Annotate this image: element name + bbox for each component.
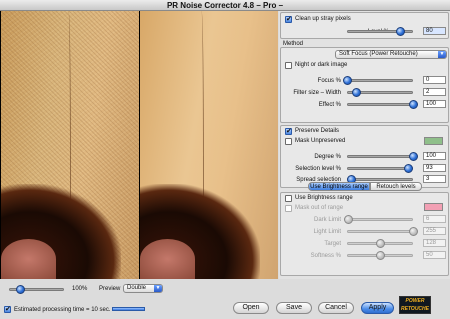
effect-label: Effect %	[318, 102, 341, 108]
degree-slider-knob[interactable]	[409, 152, 418, 161]
softness-value-field[interactable]: 50	[423, 251, 446, 259]
range-mask-color-swatch[interactable]	[424, 203, 443, 211]
tongue-region	[1, 239, 56, 279]
preserve-details-checkbox[interactable]	[285, 127, 292, 135]
selection-value-field[interactable]: 93	[423, 164, 446, 172]
estimate-checkbox[interactable]	[4, 305, 11, 313]
power-retouche-logo: POWER RETOUCHE	[399, 296, 431, 314]
mask-out-of-range-checkbox[interactable]	[285, 205, 292, 212]
level-slider-knob[interactable]	[395, 27, 405, 36]
method-group: Soft Focus (Power Retouche) ▼ Night or d…	[280, 47, 449, 123]
chevron-down-icon: ▼	[154, 285, 162, 292]
night-label: Night or dark image	[295, 62, 348, 68]
zoom-slider-knob[interactable]	[16, 285, 25, 294]
selection-slider[interactable]	[347, 167, 413, 170]
estimate-label: Estimated processing time = 10 sec.	[14, 307, 111, 313]
degree-label: Degree %	[314, 154, 341, 160]
dark-limit-slider[interactable]	[347, 218, 413, 221]
tongue-region	[140, 239, 195, 279]
open-button[interactable]: Open	[233, 302, 269, 314]
focus-value-field[interactable]: 0	[423, 76, 446, 84]
target-value-field[interactable]: 128	[423, 239, 446, 247]
light-limit-slider-knob[interactable]	[409, 227, 418, 236]
light-limit-value-field[interactable]: 255	[423, 227, 446, 235]
logo-line2: RETOUCHE	[401, 306, 429, 312]
tab-retouch-levels[interactable]: Retouch levels	[370, 182, 422, 191]
filter-value-field[interactable]: 2	[423, 88, 446, 96]
preview-original	[1, 11, 139, 279]
filter-slider-knob[interactable]	[351, 88, 361, 97]
effect-value-field[interactable]: 100	[423, 100, 446, 108]
degree-value-field[interactable]: 100	[423, 152, 446, 160]
tab-brightness-range[interactable]: Use Brightness range	[308, 182, 370, 191]
cancel-button[interactable]: Cancel	[318, 302, 354, 314]
preview-mode-select[interactable]: Double ▼	[123, 284, 163, 293]
softness-label: Softness %	[310, 253, 341, 259]
window-title: PR Noise Corrector 4.8 – Pro –	[0, 0, 450, 11]
image-preview[interactable]	[0, 11, 278, 279]
light-limit-label: Light Limit	[313, 229, 341, 235]
estimate-progress-bar	[112, 307, 145, 311]
preserve-details-group: Preserve Details Mask Unpreserved Degree…	[280, 125, 449, 188]
filter-label: Filter size – Width	[293, 90, 341, 96]
selection-slider-knob[interactable]	[404, 164, 414, 173]
mask-unpreserved-checkbox[interactable]	[285, 138, 292, 145]
selection-label: Selection level %	[295, 166, 341, 172]
use-brightness-checkbox[interactable]	[285, 195, 292, 202]
effect-slider[interactable]	[347, 103, 413, 106]
brightness-group: Use Brightness range Mask out of range D…	[280, 192, 449, 276]
softness-slider-knob[interactable]	[376, 251, 385, 260]
apply-button[interactable]: Apply	[361, 302, 394, 314]
level-value-field[interactable]: 80	[423, 27, 446, 35]
zoom-level: 100%	[72, 286, 88, 292]
spread-value-field[interactable]: 3	[423, 175, 446, 183]
method-select-value: Soft Focus (Power Retouche)	[339, 51, 418, 57]
light-limit-slider[interactable]	[347, 230, 413, 233]
target-label: Target	[324, 241, 341, 247]
save-button[interactable]: Save	[276, 302, 312, 314]
effect-slider-knob[interactable]	[409, 100, 418, 109]
mask-unpreserved-label: Mask Unpreserved	[295, 138, 346, 144]
stray-pixels-checkbox[interactable]	[285, 15, 292, 23]
stray-pixels-group: Clean up stray pixels Level % 80	[280, 12, 449, 39]
preserve-details-label: Preserve Details	[295, 128, 340, 134]
bottom-bar: 100% Preview Double ▼ Estimated processi…	[0, 280, 450, 319]
focus-slider[interactable]	[347, 79, 413, 82]
stray-pixels-label: Clean up stray pixels	[295, 16, 351, 22]
method-select[interactable]: Soft Focus (Power Retouche) ▼	[335, 50, 447, 59]
dark-limit-slider-knob[interactable]	[344, 215, 354, 224]
preview-mode-value: Double	[127, 285, 147, 291]
degree-slider[interactable]	[347, 155, 413, 158]
target-slider-knob[interactable]	[376, 239, 385, 248]
settings-panel: Clean up stray pixels Level % 80 Method …	[279, 11, 450, 279]
preview-corrected	[140, 11, 278, 279]
focus-label: Focus %	[317, 78, 341, 84]
logo-line1: POWER	[405, 298, 425, 304]
spread-slider[interactable]	[347, 178, 413, 181]
mask-color-swatch[interactable]	[424, 137, 443, 145]
night-checkbox[interactable]	[285, 62, 292, 69]
preview-mode-label: Preview	[99, 286, 121, 292]
use-brightness-label: Use Brightness range	[295, 195, 353, 201]
dark-limit-value-field[interactable]: 6	[423, 215, 446, 223]
mask-out-of-range-label: Mask out of range	[295, 205, 344, 211]
dark-limit-label: Dark Limit	[313, 217, 341, 223]
chevron-down-icon: ▼	[438, 51, 446, 58]
focus-slider-knob[interactable]	[343, 76, 352, 85]
